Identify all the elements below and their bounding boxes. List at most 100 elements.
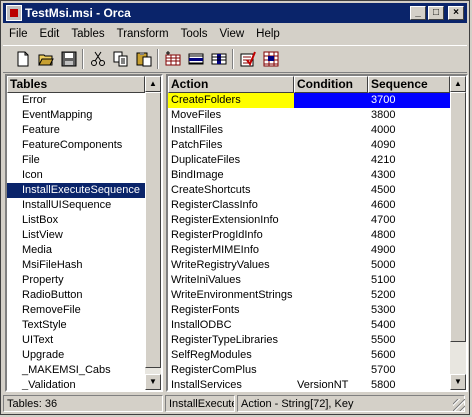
table-row[interactable]: PatchFiles 4090 [168,138,450,153]
cell-action[interactable]: DuplicateFiles [168,153,294,168]
cell-action[interactable]: MoveFiles [168,108,294,123]
grid-scrollbar[interactable]: ▲ ▼ [450,76,466,390]
column-header-condition[interactable]: Condition [294,76,368,93]
table-list-item[interactable]: File [7,153,145,168]
cell-action[interactable]: WriteEnvironmentStrings [168,288,294,303]
menu-file[interactable]: File [3,28,34,40]
cell-sequence[interactable]: 4900 [368,243,450,258]
copy-icon[interactable] [109,48,132,70]
cell-condition[interactable] [294,243,368,258]
table-list-item[interactable]: Error [7,93,145,108]
cell-condition[interactable] [294,273,368,288]
table-row[interactable]: SelfRegModules 5600 [168,348,450,363]
cell-sequence[interactable]: 5700 [368,363,450,378]
cell-condition[interactable] [294,93,368,108]
table-list-item[interactable]: RadioButton [7,288,145,303]
scroll-thumb[interactable] [450,92,466,342]
cell-sequence[interactable]: 4700 [368,213,450,228]
merge-icon[interactable] [259,48,282,70]
cell-action[interactable]: RegisterMIMEInfo [168,243,294,258]
cell-condition[interactable]: VersionNT [294,378,368,390]
cell-action[interactable]: RegisterExtensionInfo [168,213,294,228]
table-list-item[interactable]: MsiFileHash [7,258,145,273]
table-row[interactable]: RegisterClassInfo 4600 [168,198,450,213]
table-list-item[interactable]: RemoveFile [7,303,145,318]
cell-action[interactable]: PatchFiles [168,138,294,153]
table-list-item[interactable]: _MAKEMSI_Cabs [7,363,145,378]
cell-sequence[interactable]: 4800 [368,228,450,243]
table-list-item[interactable]: UIText [7,333,145,348]
table-row[interactable]: RegisterFonts 5300 [168,303,450,318]
cell-sequence[interactable]: 5000 [368,258,450,273]
scroll-down-arrow-icon[interactable]: ▼ [145,374,161,390]
menu-help[interactable]: Help [250,28,286,40]
cell-condition[interactable] [294,348,368,363]
column-header-action[interactable]: Action [168,76,294,93]
cell-sequence[interactable]: 4600 [368,198,450,213]
column-header-sequence[interactable]: Sequence [368,76,450,93]
table-list-item[interactable]: _Validation [7,378,145,390]
table-row[interactable]: WriteIniValues 5100 [168,273,450,288]
table-list-item[interactable]: Property [7,273,145,288]
table-row[interactable]: InstallODBC 5400 [168,318,450,333]
minimize-button[interactable]: _ [410,6,426,20]
column-icon[interactable] [207,48,230,70]
tables-scrollbar[interactable]: ▲ ▼ [145,76,161,390]
cell-condition[interactable] [294,288,368,303]
cell-action[interactable]: CreateShortcuts [168,183,294,198]
cell-action[interactable]: RegisterProgIdInfo [168,228,294,243]
cell-sequence[interactable]: 5200 [368,288,450,303]
table-row[interactable]: WriteEnvironmentStrings 5200 [168,288,450,303]
table-row[interactable]: WriteRegistryValues 5000 [168,258,450,273]
orca-app-icon[interactable] [6,5,22,21]
scroll-thumb[interactable] [145,92,161,368]
cell-action[interactable]: RegisterComPlus [168,363,294,378]
row-add-icon[interactable] [184,48,207,70]
cell-condition[interactable] [294,258,368,273]
cell-sequence[interactable]: 5800 [368,378,450,390]
table-row[interactable]: RegisterProgIdInfo 4800 [168,228,450,243]
cell-action[interactable]: InstallServices [168,378,294,390]
table-list-item[interactable]: FeatureComponents [7,138,145,153]
cell-condition[interactable] [294,333,368,348]
cut-icon[interactable] [86,48,109,70]
scroll-up-arrow-icon[interactable]: ▲ [145,76,161,92]
cell-action[interactable]: SelfRegModules [168,348,294,363]
cell-condition[interactable] [294,363,368,378]
table-row[interactable]: InstallServices VersionNT 5800 [168,378,450,390]
cell-condition[interactable] [294,168,368,183]
cell-sequence[interactable]: 5400 [368,318,450,333]
cell-condition[interactable] [294,183,368,198]
table-list-item[interactable]: Media [7,243,145,258]
table-row[interactable]: BindImage 4300 [168,168,450,183]
validate-icon[interactable] [236,48,259,70]
title-bar[interactable]: TestMsi.msi - Orca _ □ × [3,3,467,23]
scroll-up-arrow-icon[interactable]: ▲ [450,76,466,92]
table-row[interactable]: CreateShortcuts 4500 [168,183,450,198]
table-row[interactable]: RegisterComPlus 5700 [168,363,450,378]
resize-grip-icon[interactable] [453,399,465,411]
cell-sequence[interactable]: 5500 [368,333,450,348]
cell-sequence[interactable]: 5300 [368,303,450,318]
cell-condition[interactable] [294,138,368,153]
table-row[interactable]: RegisterMIMEInfo 4900 [168,243,450,258]
paste-icon[interactable] [132,48,155,70]
cell-action[interactable]: InstallFiles [168,123,294,138]
cell-condition[interactable] [294,198,368,213]
cell-condition[interactable] [294,303,368,318]
cell-condition[interactable] [294,153,368,168]
tables-header[interactable]: Tables [7,76,145,93]
cell-action[interactable]: RegisterFonts [168,303,294,318]
cell-condition[interactable] [294,108,368,123]
table-list-item[interactable]: TextStyle [7,318,145,333]
cell-sequence[interactable]: 4090 [368,138,450,153]
cell-action[interactable]: WriteIniValues [168,273,294,288]
cell-action[interactable]: InstallODBC [168,318,294,333]
table-list-item[interactable]: InstallExecuteSequence [7,183,145,198]
scroll-down-arrow-icon[interactable]: ▼ [450,374,466,390]
menu-tools[interactable]: Tools [175,28,214,40]
cell-action[interactable]: WriteRegistryValues [168,258,294,273]
cell-sequence[interactable]: 3800 [368,108,450,123]
menu-transform[interactable]: Transform [111,28,175,40]
table-list-item[interactable]: InstallUISequence [7,198,145,213]
